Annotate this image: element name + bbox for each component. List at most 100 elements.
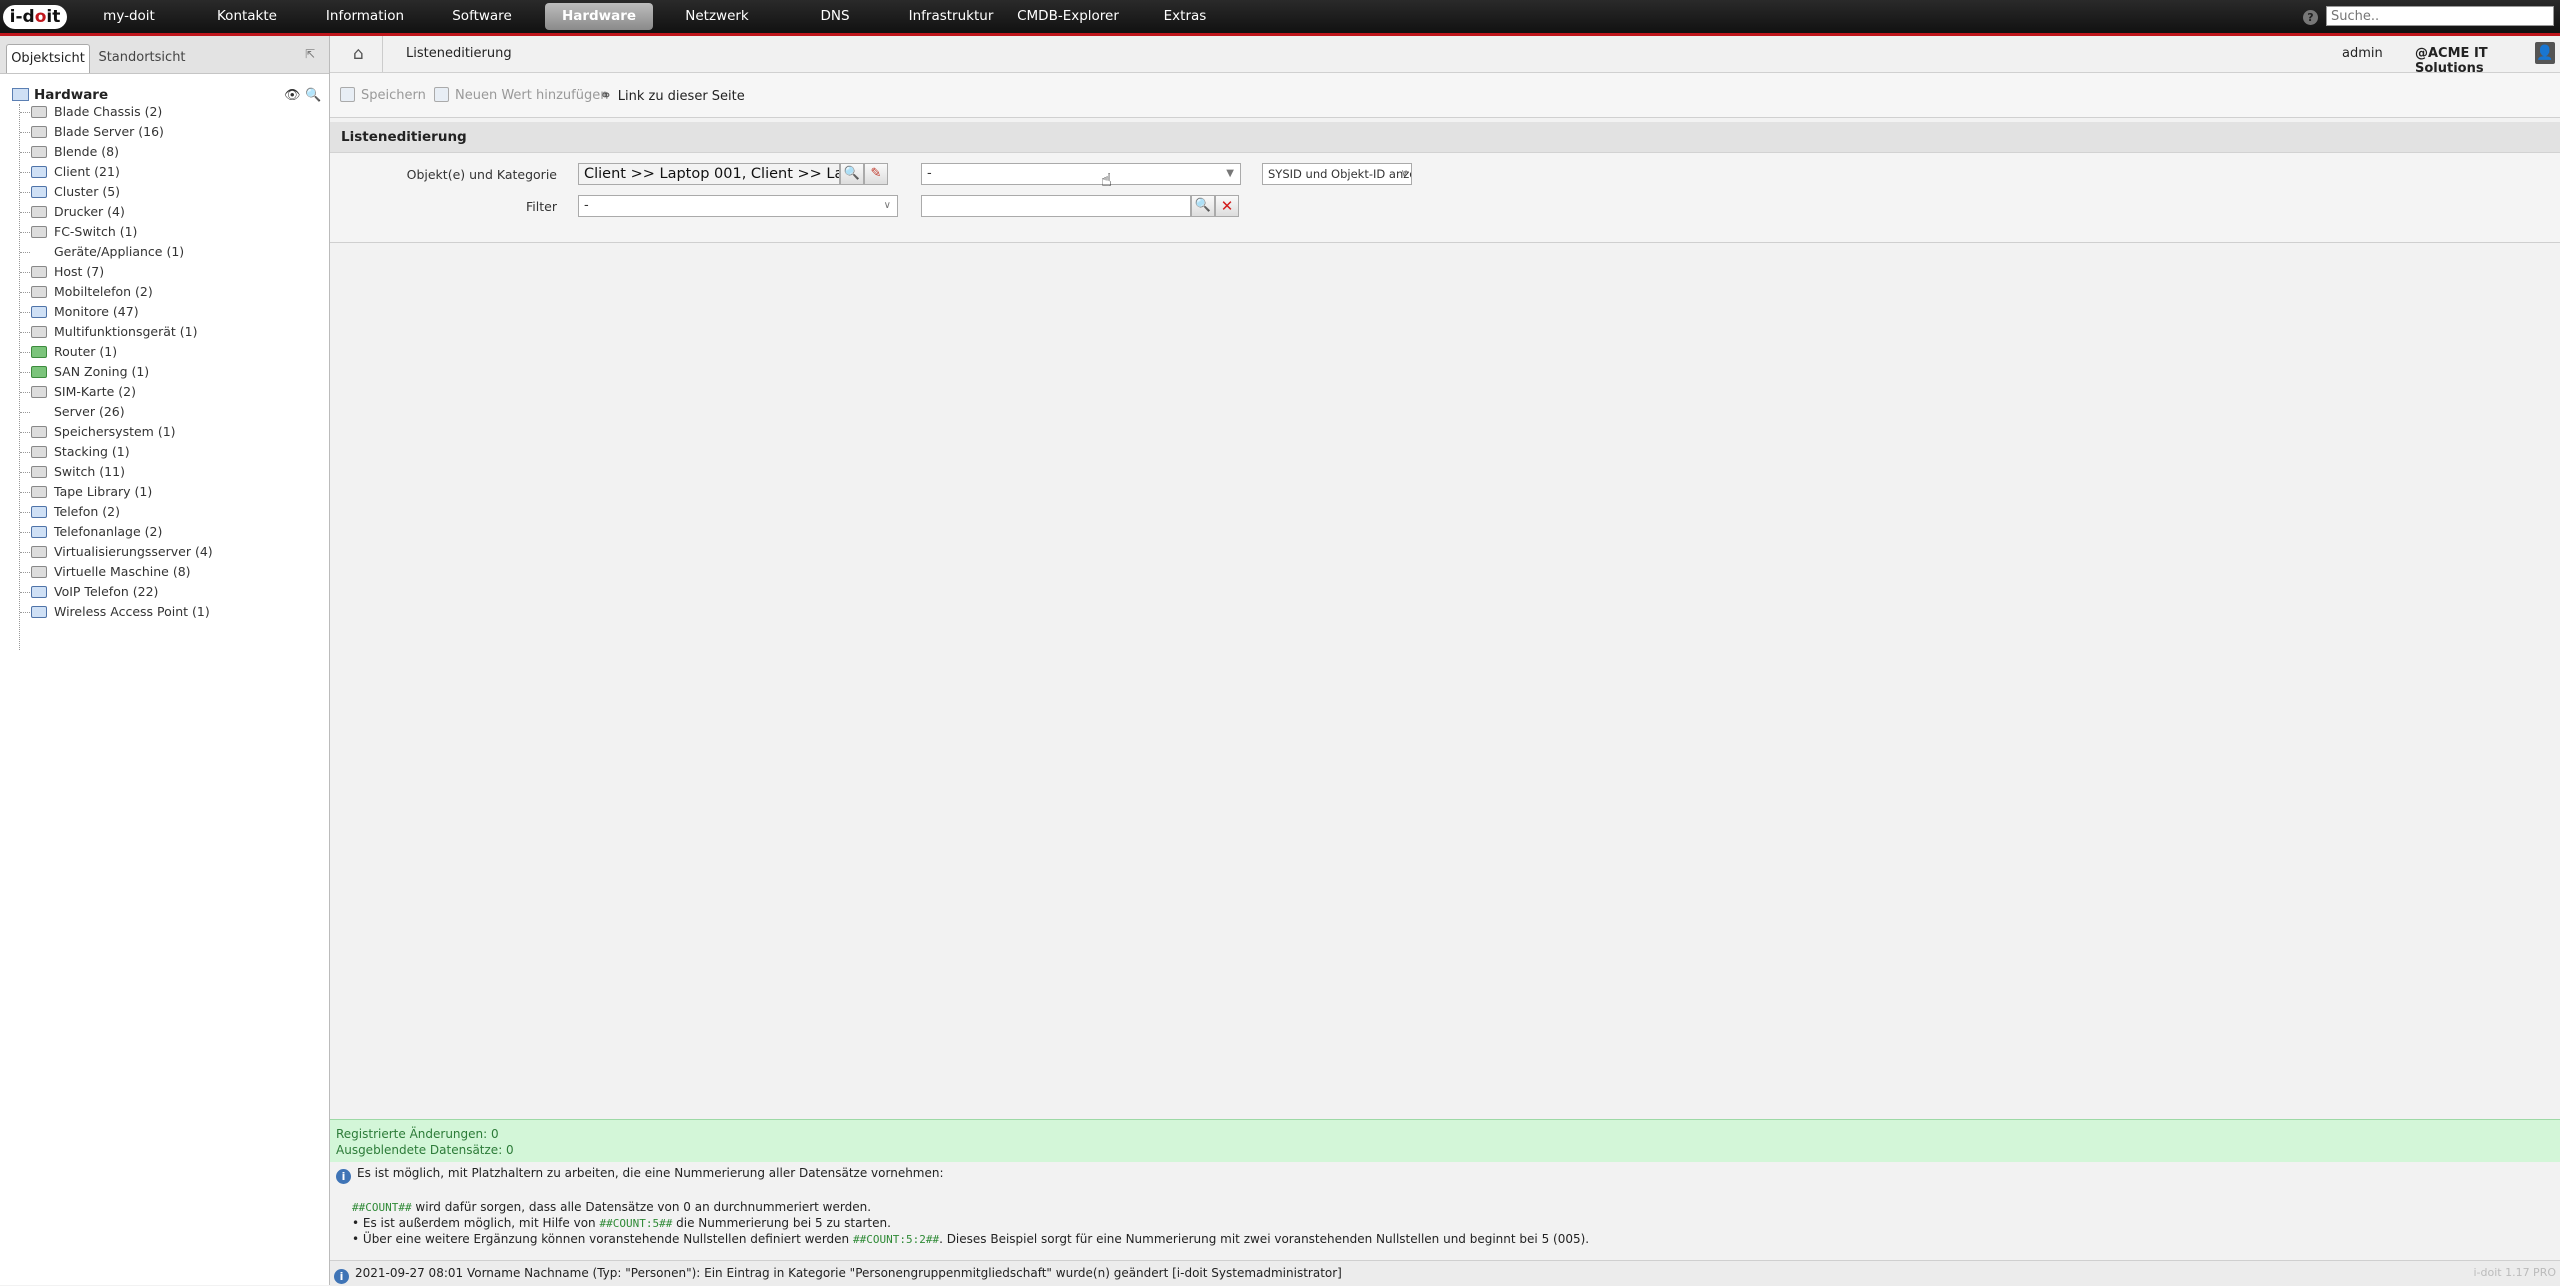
info-icon: i xyxy=(334,1269,349,1284)
nav-infrastruktur[interactable]: Infrastruktur xyxy=(902,3,1000,30)
object-tree-panel: Objektsicht Standortsicht ⇱ Hardware 👁 🔍… xyxy=(0,36,330,1285)
tree-item[interactable]: SAN Zoning (1) xyxy=(0,362,213,382)
registered-changes: Registrierte Änderungen: 0 xyxy=(336,1127,499,1141)
left-panel-tabs: Objektsicht Standortsicht ⇱ xyxy=(0,36,329,74)
tree-item[interactable]: Virtualisierungsserver (4) xyxy=(0,542,213,562)
search-input[interactable] xyxy=(2326,6,2554,26)
tab-standortsicht[interactable]: Standortsicht xyxy=(96,44,188,72)
tree-item-label: Client (21) xyxy=(54,164,120,179)
i-doit-logo[interactable]: i-doit xyxy=(3,5,67,29)
object-type-icon xyxy=(31,386,47,398)
filter-search-button[interactable]: 🔍 xyxy=(1191,195,1215,217)
object-browser-button[interactable]: 🔍 xyxy=(840,163,864,185)
tree-item[interactable]: Client (21) xyxy=(0,162,213,182)
object-type-icon xyxy=(31,206,47,218)
tree-item[interactable]: Cluster (5) xyxy=(0,182,213,202)
tree-item[interactable]: Stacking (1) xyxy=(0,442,213,462)
object-type-icon xyxy=(31,446,47,458)
object-type-icon xyxy=(31,546,47,558)
filter-text-input[interactable] xyxy=(921,195,1191,217)
tree-item-label: Virtualisierungsserver (4) xyxy=(54,544,213,559)
object-type-icon xyxy=(31,306,47,318)
object-type-icon xyxy=(31,486,47,498)
tree-item[interactable]: Tape Library (1) xyxy=(0,482,213,502)
nav-information[interactable]: Information xyxy=(315,3,415,30)
expand-panel-icon[interactable]: ⇱ xyxy=(305,48,317,60)
tree-item-label: FC-Switch (1) xyxy=(54,224,138,239)
tree-item[interactable]: Mobiltelefon (2) xyxy=(0,282,213,302)
tab-objektsicht[interactable]: Objektsicht xyxy=(6,44,90,73)
nav-my-doit[interactable]: my-doit xyxy=(86,3,172,30)
nav-dns[interactable]: DNS xyxy=(800,3,870,30)
tree-item[interactable]: Switch (11) xyxy=(0,462,213,482)
tree-item[interactable]: Telefon (2) xyxy=(0,502,213,522)
nav-netzwerk[interactable]: Netzwerk xyxy=(672,3,762,30)
category-select[interactable]: - ▼ xyxy=(921,163,1241,185)
tree-item-label: Monitore (47) xyxy=(54,304,139,319)
nav-kontakte[interactable]: Kontakte xyxy=(202,3,292,30)
tree-item[interactable]: Wireless Access Point (1) xyxy=(0,602,213,622)
close-icon: ✕ xyxy=(1220,197,1234,215)
user-name[interactable]: admin xyxy=(2342,46,2383,61)
magnifier-icon: 🔍 xyxy=(1194,198,1212,213)
status-message: i 2021-09-27 08:01 Vorname Nachname (Typ:… xyxy=(334,1261,1342,1285)
breadcrumb-divider xyxy=(382,36,383,72)
tree-item[interactable]: Drucker (4) xyxy=(0,202,213,222)
section-title: Listeneditierung xyxy=(330,122,2560,153)
tree-item[interactable]: Server (26) xyxy=(0,402,213,422)
tree-item-label: Cluster (5) xyxy=(54,184,121,199)
save-button[interactable]: Speichern xyxy=(340,87,426,105)
add-value-button[interactable]: Neuen Wert hinzufügen xyxy=(434,87,608,105)
folder-icon xyxy=(12,88,29,101)
link-to-page-button[interactable]: ⚭ Link zu dieser Seite xyxy=(600,87,745,105)
tree-item-label: Multifunktionsgerät (1) xyxy=(54,324,198,339)
tree-item[interactable]: Router (1) xyxy=(0,342,213,362)
tree-item-label: Blade Chassis (2) xyxy=(54,104,163,119)
tree-item[interactable]: Multifunktionsgerät (1) xyxy=(0,322,213,342)
object-type-icon xyxy=(31,286,47,298)
tree-item[interactable]: SIM-Karte (2) xyxy=(0,382,213,402)
tree-item-label: Mobiltelefon (2) xyxy=(54,284,153,299)
nav-hardware[interactable]: Hardware xyxy=(545,3,653,30)
filter-clear-button[interactable]: ✕ xyxy=(1215,195,1239,217)
tree-item-label: Blende (8) xyxy=(54,144,119,159)
eraser-icon: ✎ xyxy=(870,166,882,181)
hidden-records: Ausgeblendete Datensätze: 0 xyxy=(336,1143,514,1157)
breadcrumb-bar: ⌂ Listeneditierung admin @ACME IT Soluti… xyxy=(330,36,2560,76)
tree-item-label: Telefon (2) xyxy=(54,504,121,519)
tree-item[interactable]: Geräte/Appliance (1) xyxy=(0,242,213,262)
tree-item-label: SIM-Karte (2) xyxy=(54,384,136,399)
tree-item-label: SAN Zoning (1) xyxy=(54,364,150,379)
id-display-select[interactable]: SYSID und Objekt-ID anzeigen∨ xyxy=(1262,163,1412,185)
tree-item[interactable]: Telefonanlage (2) xyxy=(0,522,213,542)
home-icon[interactable]: ⌂ xyxy=(353,44,364,64)
help-icon[interactable]: ? xyxy=(2303,10,2318,25)
nav-software[interactable]: Software xyxy=(437,3,527,30)
info-bullet-2: • Es ist außerdem möglich, mit Hilfe von… xyxy=(352,1216,891,1230)
eye-icon[interactable]: 👁 xyxy=(284,88,301,103)
tree-item[interactable]: VoIP Telefon (22) xyxy=(0,582,213,602)
objects-field[interactable]: Client >> Laptop 001, Client >> Laptop 0… xyxy=(578,163,840,185)
tree-item[interactable]: Speichersystem (1) xyxy=(0,422,213,442)
chevron-down-icon: ▼ xyxy=(1226,168,1234,179)
magnifier-icon: 🔍 xyxy=(843,166,861,181)
tree-item[interactable]: Host (7) xyxy=(0,262,213,282)
info-bullet-1: ##COUNT## wird dafür sorgen, dass alle D… xyxy=(352,1200,872,1214)
filter-select[interactable]: - ∨ xyxy=(578,195,898,217)
tree-item[interactable]: Virtuelle Maschine (8) xyxy=(0,562,213,582)
tree-item[interactable]: FC-Switch (1) xyxy=(0,222,213,242)
detach-objects-button[interactable]: ✎ xyxy=(864,163,888,185)
tree-item-label: Server (26) xyxy=(54,404,125,419)
objects-label: Objekt(e) und Kategorie xyxy=(406,167,557,182)
version-label: i-doit 1.17 PRO xyxy=(2473,1266,2556,1279)
tree-item[interactable]: Monitore (47) xyxy=(0,302,213,322)
tree-item[interactable]: Blende (8) xyxy=(0,142,213,162)
tree-item[interactable]: Blade Chassis (2) xyxy=(0,102,213,122)
tree-item[interactable]: Blade Server (16) xyxy=(0,122,213,142)
nav-extras[interactable]: Extras xyxy=(1148,3,1222,30)
nav-cmdb-explorer[interactable]: CMDB-Explorer xyxy=(1014,3,1122,30)
user-icon[interactable]: 👤 xyxy=(2535,42,2555,64)
object-type-list: Blade Chassis (2) Blade Server (16) Blende… xyxy=(0,102,213,622)
magnifier-icon[interactable]: 🔍 xyxy=(305,88,321,103)
object-type-icon xyxy=(31,366,47,378)
